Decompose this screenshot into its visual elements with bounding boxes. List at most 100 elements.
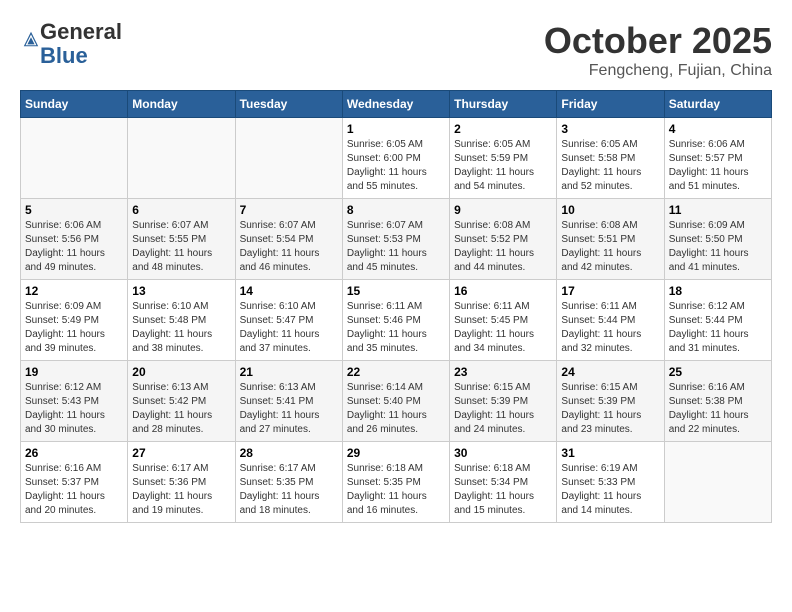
calendar-cell: 18 Sunrise: 6:12 AM Sunset: 5:44 PM Dayli… — [664, 280, 771, 361]
dow-tuesday: Tuesday — [235, 91, 342, 118]
logo-blue: Blue — [40, 43, 88, 68]
calendar-cell: 5Sunrise: 6:06 AM Sunset: 5:56 PM Daylig… — [21, 199, 128, 280]
day-number: 4 — [669, 122, 767, 136]
calendar-cell: 16Sunrise: 6:11 AM Sunset: 5:45 PM Dayli… — [450, 280, 557, 361]
day-number: 15 — [347, 284, 445, 298]
calendar-cell: 19 Sunrise: 6:12 AM Sunset: 5:43 PM Dayli… — [21, 361, 128, 442]
day-info: Sunrise: 6:11 AM Sunset: 5:44 PM Dayligh… — [561, 300, 659, 356]
dow-sunday: Sunday — [21, 91, 128, 118]
calendar-cell: 24Sunrise: 6:15 AM Sunset: 5:39 PM Dayli… — [557, 361, 664, 442]
day-info: Sunrise: 6:10 AM Sunset: 5:48 PM Dayligh… — [132, 300, 230, 356]
day-number: 11 — [669, 203, 767, 217]
day-info: Sunrise: 6:07 AM Sunset: 5:53 PM Dayligh… — [347, 219, 445, 275]
calendar-body: 1 Sunrise: 6:05 AM Sunset: 6:00 PM Daylig… — [21, 118, 772, 523]
day-number: 31 — [561, 446, 659, 460]
day-info: Sunrise: 6:07 AM Sunset: 5:55 PM Dayligh… — [132, 219, 230, 275]
day-info: Sunrise: 6:14 AM Sunset: 5:40 PM Dayligh… — [347, 381, 445, 437]
day-number: 28 — [240, 446, 338, 460]
day-number: 24 — [561, 365, 659, 379]
day-info: Sunrise: 6:12 AM Sunset: 5:44 PM Dayligh… — [669, 300, 767, 356]
calendar-cell: 13 Sunrise: 6:10 AM Sunset: 5:48 PM Dayli… — [128, 280, 235, 361]
calendar-cell — [664, 442, 771, 523]
calendar-cell: 31 Sunrise: 6:19 AM Sunset: 5:33 PM Dayli… — [557, 442, 664, 523]
calendar-cell: 30 Sunrise: 6:18 AM Sunset: 5:34 PM Dayli… — [450, 442, 557, 523]
day-number: 3 — [561, 122, 659, 136]
day-info: Sunrise: 6:18 AM Sunset: 5:34 PM Dayligh… — [454, 462, 552, 518]
day-info: Sunrise: 6:09 AM Sunset: 5:49 PM Dayligh… — [25, 300, 123, 356]
dow-thursday: Thursday — [450, 91, 557, 118]
logo-general: General — [40, 19, 122, 44]
day-number: 29 — [347, 446, 445, 460]
logo-text: General Blue — [40, 20, 122, 68]
logo-icon — [22, 30, 40, 48]
title-section: October 2025 Fengcheng, Fujian, China — [544, 20, 772, 80]
logo: General Blue — [20, 20, 122, 68]
day-info: Sunrise: 6:11 AM Sunset: 5:46 PM Dayligh… — [347, 300, 445, 356]
dow-wednesday: Wednesday — [342, 91, 449, 118]
week-row-2: 12 Sunrise: 6:09 AM Sunset: 5:49 PM Dayli… — [21, 280, 772, 361]
week-row-4: 26Sunrise: 6:16 AM Sunset: 5:37 PM Dayli… — [21, 442, 772, 523]
location: Fengcheng, Fujian, China — [544, 62, 772, 80]
day-number: 26 — [25, 446, 123, 460]
day-number: 17 — [561, 284, 659, 298]
day-number: 22 — [347, 365, 445, 379]
calendar-cell — [21, 118, 128, 199]
day-number: 12 — [25, 284, 123, 298]
calendar-cell: 10 Sunrise: 6:08 AM Sunset: 5:51 PM Dayli… — [557, 199, 664, 280]
day-info: Sunrise: 6:08 AM Sunset: 5:52 PM Dayligh… — [454, 219, 552, 275]
day-number: 6 — [132, 203, 230, 217]
calendar-cell: 7Sunrise: 6:07 AM Sunset: 5:54 PM Daylig… — [235, 199, 342, 280]
calendar-cell: 8Sunrise: 6:07 AM Sunset: 5:53 PM Daylig… — [342, 199, 449, 280]
dow-saturday: Saturday — [664, 91, 771, 118]
day-info: Sunrise: 6:15 AM Sunset: 5:39 PM Dayligh… — [454, 381, 552, 437]
calendar-cell: 25 Sunrise: 6:16 AM Sunset: 5:38 PM Dayli… — [664, 361, 771, 442]
calendar-cell: 22 Sunrise: 6:14 AM Sunset: 5:40 PM Dayli… — [342, 361, 449, 442]
day-number: 13 — [132, 284, 230, 298]
calendar-cell: 11Sunrise: 6:09 AM Sunset: 5:50 PM Dayli… — [664, 199, 771, 280]
day-number: 19 — [25, 365, 123, 379]
calendar-cell: 17 Sunrise: 6:11 AM Sunset: 5:44 PM Dayli… — [557, 280, 664, 361]
day-number: 1 — [347, 122, 445, 136]
day-info: Sunrise: 6:12 AM Sunset: 5:43 PM Dayligh… — [25, 381, 123, 437]
day-info: Sunrise: 6:19 AM Sunset: 5:33 PM Dayligh… — [561, 462, 659, 518]
day-number: 20 — [132, 365, 230, 379]
week-row-3: 19 Sunrise: 6:12 AM Sunset: 5:43 PM Dayli… — [21, 361, 772, 442]
day-info: Sunrise: 6:07 AM Sunset: 5:54 PM Dayligh… — [240, 219, 338, 275]
day-of-week-header: SundayMondayTuesdayWednesdayThursdayFrid… — [21, 91, 772, 118]
day-info: Sunrise: 6:06 AM Sunset: 5:57 PM Dayligh… — [669, 138, 767, 194]
calendar-cell: 26Sunrise: 6:16 AM Sunset: 5:37 PM Dayli… — [21, 442, 128, 523]
day-number: 10 — [561, 203, 659, 217]
calendar-cell: 1 Sunrise: 6:05 AM Sunset: 6:00 PM Daylig… — [342, 118, 449, 199]
calendar-cell: 20 Sunrise: 6:13 AM Sunset: 5:42 PM Dayli… — [128, 361, 235, 442]
week-row-0: 1 Sunrise: 6:05 AM Sunset: 6:00 PM Daylig… — [21, 118, 772, 199]
day-info: Sunrise: 6:13 AM Sunset: 5:41 PM Dayligh… — [240, 381, 338, 437]
calendar-cell: 29 Sunrise: 6:18 AM Sunset: 5:35 PM Dayli… — [342, 442, 449, 523]
day-info: Sunrise: 6:06 AM Sunset: 5:56 PM Dayligh… — [25, 219, 123, 275]
calendar-cell: 4 Sunrise: 6:06 AM Sunset: 5:57 PM Daylig… — [664, 118, 771, 199]
day-info: Sunrise: 6:17 AM Sunset: 5:35 PM Dayligh… — [240, 462, 338, 518]
calendar-cell: 6 Sunrise: 6:07 AM Sunset: 5:55 PM Daylig… — [128, 199, 235, 280]
calendar-table: SundayMondayTuesdayWednesdayThursdayFrid… — [20, 90, 772, 523]
day-number: 30 — [454, 446, 552, 460]
day-info: Sunrise: 6:17 AM Sunset: 5:36 PM Dayligh… — [132, 462, 230, 518]
day-info: Sunrise: 6:13 AM Sunset: 5:42 PM Dayligh… — [132, 381, 230, 437]
calendar-cell: 23 Sunrise: 6:15 AM Sunset: 5:39 PM Dayli… — [450, 361, 557, 442]
page-header: General Blue October 2025 Fengcheng, Fuj… — [20, 20, 772, 80]
day-number: 25 — [669, 365, 767, 379]
day-number: 2 — [454, 122, 552, 136]
calendar-cell: 3 Sunrise: 6:05 AM Sunset: 5:58 PM Daylig… — [557, 118, 664, 199]
dow-friday: Friday — [557, 91, 664, 118]
day-number: 23 — [454, 365, 552, 379]
day-number: 21 — [240, 365, 338, 379]
day-info: Sunrise: 6:18 AM Sunset: 5:35 PM Dayligh… — [347, 462, 445, 518]
day-info: Sunrise: 6:16 AM Sunset: 5:38 PM Dayligh… — [669, 381, 767, 437]
day-info: Sunrise: 6:08 AM Sunset: 5:51 PM Dayligh… — [561, 219, 659, 275]
day-number: 18 — [669, 284, 767, 298]
day-info: Sunrise: 6:05 AM Sunset: 5:58 PM Dayligh… — [561, 138, 659, 194]
calendar-cell — [235, 118, 342, 199]
calendar-cell: 14Sunrise: 6:10 AM Sunset: 5:47 PM Dayli… — [235, 280, 342, 361]
dow-monday: Monday — [128, 91, 235, 118]
day-info: Sunrise: 6:05 AM Sunset: 6:00 PM Dayligh… — [347, 138, 445, 194]
calendar-cell: 12 Sunrise: 6:09 AM Sunset: 5:49 PM Dayli… — [21, 280, 128, 361]
day-info: Sunrise: 6:11 AM Sunset: 5:45 PM Dayligh… — [454, 300, 552, 356]
